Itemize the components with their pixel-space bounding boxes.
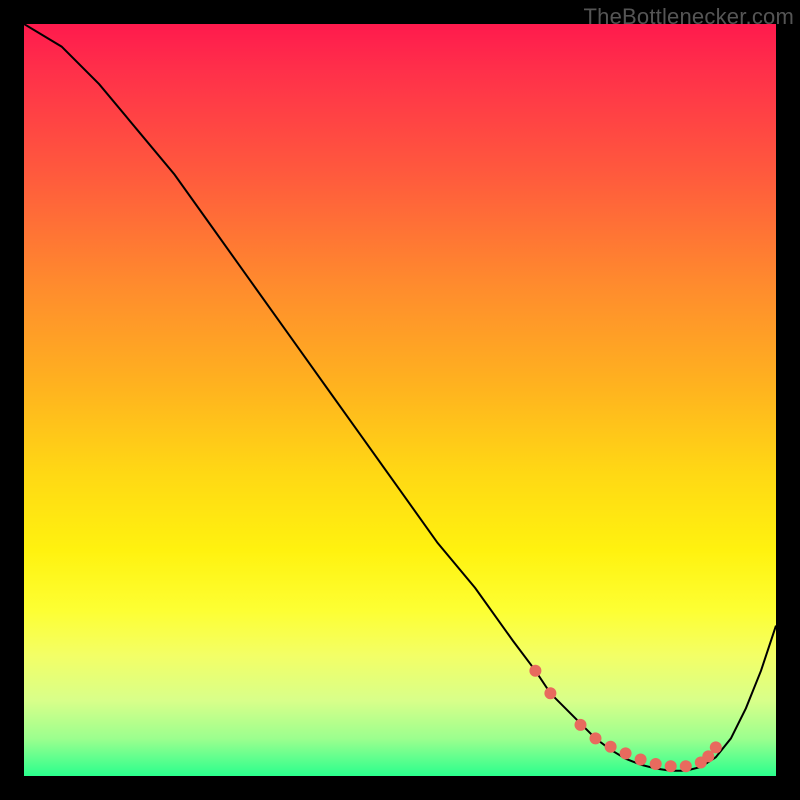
plot-area: [24, 24, 776, 776]
marker-group: [529, 665, 721, 773]
marker-dot: [635, 754, 647, 766]
marker-dot: [605, 741, 617, 753]
marker-dot: [650, 758, 662, 770]
marker-dot: [710, 741, 722, 753]
marker-dot: [575, 719, 587, 731]
chart-frame: TheBottlenecker.com: [0, 0, 800, 800]
marker-dot: [544, 687, 556, 699]
curve-svg: [24, 24, 776, 776]
curve-path: [24, 24, 776, 771]
watermark-text: TheBottlenecker.com: [584, 4, 794, 30]
marker-dot: [665, 760, 677, 772]
marker-dot: [680, 760, 692, 772]
marker-dot: [620, 747, 632, 759]
marker-dot: [590, 732, 602, 744]
marker-dot: [529, 665, 541, 677]
